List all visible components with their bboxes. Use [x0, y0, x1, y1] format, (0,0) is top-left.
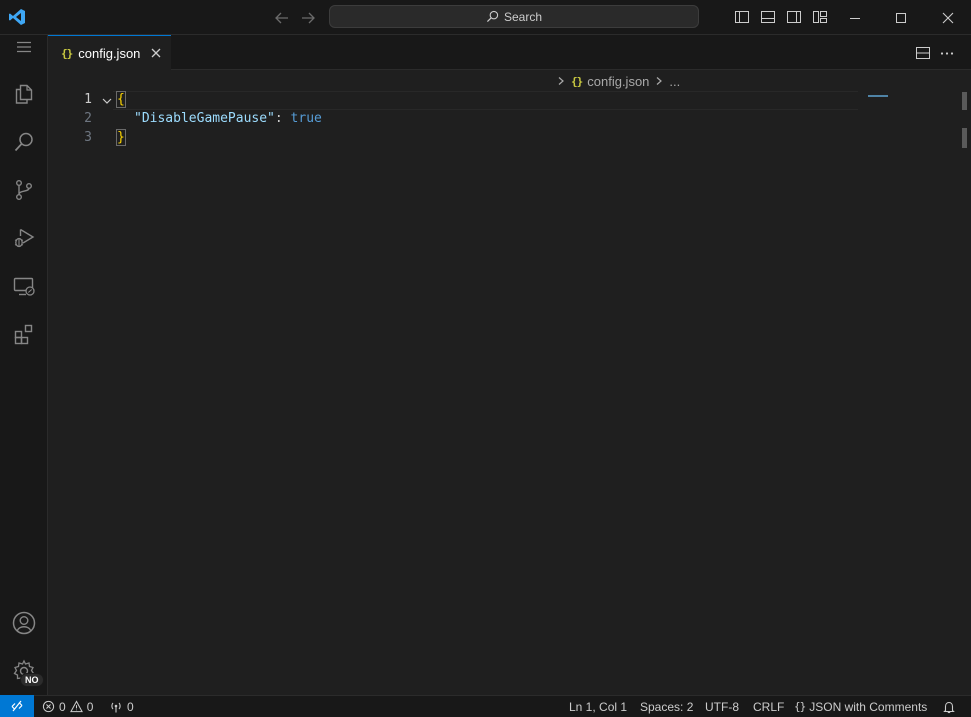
json-key: "DisableGamePause" — [134, 111, 275, 126]
menu-icon[interactable] — [0, 23, 48, 71]
tab-bar: {} config.json — [48, 35, 971, 70]
extensions-icon[interactable] — [0, 310, 48, 358]
tab-config-json[interactable]: {} config.json — [48, 35, 171, 70]
language-mode[interactable]: {} JSON with Comments — [794, 696, 927, 717]
close-window-button[interactable] — [925, 0, 971, 35]
run-and-debug-icon[interactable] — [0, 214, 48, 262]
source-control-icon[interactable] — [0, 166, 48, 214]
activity-bar: NO — [0, 35, 48, 695]
ports-count: 0 — [127, 699, 134, 714]
json-file-icon: {} — [571, 74, 583, 88]
search-label: Search — [503, 9, 543, 24]
line-number: 2 — [84, 111, 92, 126]
notifications-bell-icon[interactable] — [942, 696, 956, 717]
error-icon — [42, 700, 55, 713]
status-bar: 0 0 0 Ln 1, Col 1 Spaces: 2 UTF-8 CRLF {… — [0, 695, 971, 717]
toggle-panel-icon[interactable] — [760, 9, 776, 25]
cursor-position[interactable]: Ln 1, Col 1 — [569, 696, 627, 717]
indentation[interactable]: Spaces: 2 — [640, 696, 693, 717]
accounts-badge: NO — [20, 673, 44, 687]
breadcrumb-file[interactable]: config.json — [587, 74, 649, 89]
minimize-button[interactable] — [832, 0, 878, 35]
split-editor-icon[interactable] — [915, 45, 931, 61]
explorer-icon[interactable] — [0, 70, 48, 118]
close-icon[interactable] — [149, 46, 163, 60]
json-value: true — [290, 111, 322, 126]
end-of-line[interactable]: CRLF — [753, 696, 784, 717]
tab-label: config.json — [78, 45, 141, 61]
remote-explorer-icon[interactable] — [0, 262, 48, 310]
warning-icon — [69, 700, 83, 713]
open-brace: { — [116, 91, 126, 108]
fold-chevron-down-icon[interactable] — [101, 95, 113, 107]
current-line-highlight — [113, 91, 858, 110]
more-actions-icon[interactable] — [939, 45, 955, 61]
encoding[interactable]: UTF-8 — [705, 696, 739, 717]
warning-count: 0 — [86, 699, 94, 714]
search-view-icon[interactable] — [0, 118, 48, 166]
error-count: 0 — [59, 699, 66, 714]
language-label: JSON with Comments — [809, 699, 928, 714]
command-center-search[interactable]: Search — [329, 5, 699, 28]
json-file-icon: {} — [61, 46, 73, 60]
line-number: 3 — [84, 130, 92, 145]
toggle-secondary-sidebar-icon[interactable] — [786, 9, 802, 25]
maximize-button[interactable] — [878, 0, 924, 35]
remote-indicator-button[interactable] — [0, 695, 34, 717]
back-arrow-icon[interactable] — [273, 9, 291, 27]
minimap-slider[interactable] — [868, 95, 888, 97]
accounts-icon[interactable] — [0, 599, 48, 647]
scrollbar-cursor-marker — [962, 128, 967, 148]
broadcast-icon — [111, 702, 121, 712]
close-brace: } — [116, 129, 126, 146]
title-bar: Search — [0, 0, 971, 35]
search-icon — [486, 10, 499, 23]
breadcrumb: {} config.json ... — [556, 72, 680, 90]
ports-indicator[interactable]: 0 — [109, 696, 134, 717]
chevron-right-icon — [556, 76, 566, 86]
code-line-2: "DisableGamePause": true — [134, 111, 322, 126]
line-number: 1 — [84, 92, 92, 107]
customize-layout-icon[interactable] — [812, 9, 828, 25]
breadcrumb-ellipsis[interactable]: ... — [669, 74, 680, 89]
scrollbar-thumb[interactable] — [962, 92, 967, 110]
json-colon: : — [274, 111, 291, 126]
language-braces-icon: {} — [794, 700, 806, 713]
toggle-primary-sidebar-icon[interactable] — [734, 9, 750, 25]
chevron-right-icon — [654, 76, 664, 86]
manage-gear-icon[interactable] — [0, 647, 48, 695]
forward-arrow-icon[interactable] — [299, 9, 317, 27]
problems-indicator[interactable]: 0 0 — [42, 696, 93, 717]
